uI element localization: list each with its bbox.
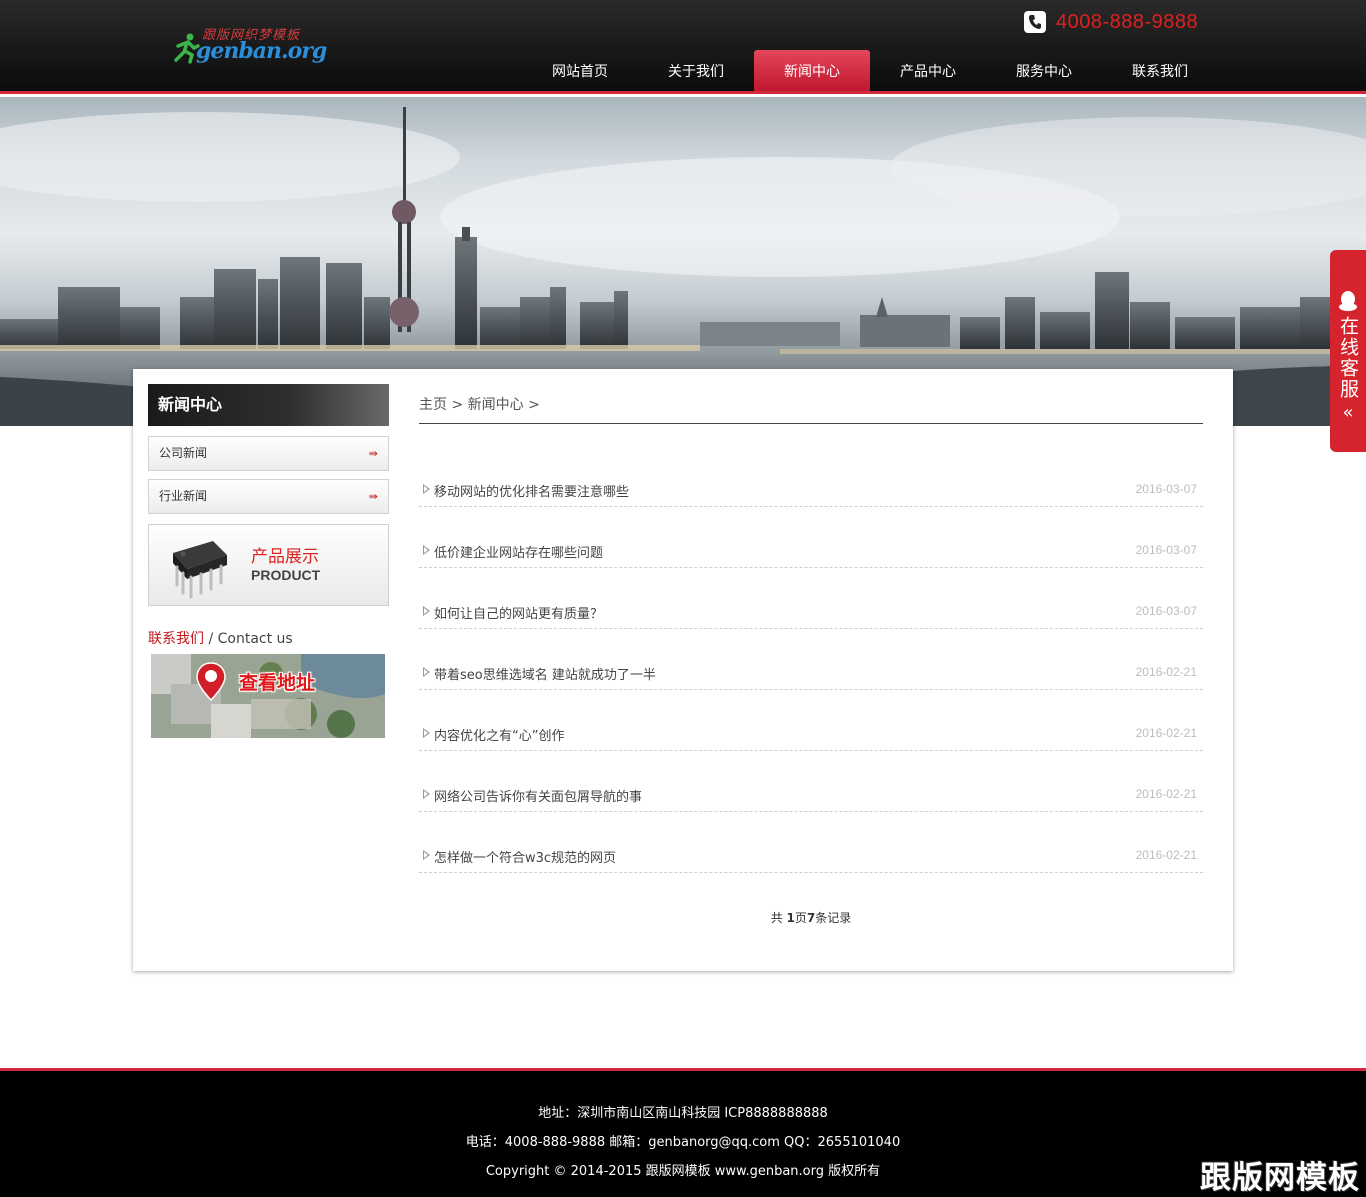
sidebar-title: 新闻中心 [148,384,389,426]
news-title[interactable]: 怎样做一个符合w3c规范的网页 [434,847,616,866]
news-date: 2016-03-07 [1135,482,1197,496]
arrow-right-icon: ⇛ [368,447,378,460]
triangle-bullet-icon [423,728,430,738]
nav-item-contact[interactable]: 联系我们 [1102,50,1218,91]
aerial-map-image [151,654,385,738]
sidebar: 新闻中心 公司新闻 ⇛ 行业新闻 ⇛ 产品展示 PRODUCT 联系我们 / C… [148,384,389,738]
content-card: 新闻中心 公司新闻 ⇛ 行业新闻 ⇛ 产品展示 PRODUCT 联系我们 / C… [133,369,1233,971]
list-item[interactable]: 移动网站的优化排名需要注意哪些 2016-03-07 [419,446,1203,507]
phone-icon [1024,11,1046,33]
triangle-bullet-icon [423,484,430,494]
watermark: 跟版网模板 [1200,1160,1360,1196]
news-title[interactable]: 内容优化之有“心”创作 [434,725,564,744]
news-date: 2016-02-21 [1135,665,1197,679]
sidebar-item-label: 行业新闻 [159,489,208,503]
header-phone: 4008-888-9888 [1024,9,1198,35]
nav-item-about[interactable]: 关于我们 [638,50,754,91]
pagination-summary: 共 1页7条记录 [419,909,1203,926]
news-title[interactable]: 低价建企业网站存在哪些问题 [434,542,603,561]
nav-item-home[interactable]: 网站首页 [522,50,638,91]
triangle-bullet-icon [423,545,430,555]
list-item[interactable]: 网络公司告诉你有关面包屑导航的事 2016-02-21 [419,751,1203,812]
list-item[interactable]: 带着seo思维选域名 建站就成功了一半 2016-02-21 [419,629,1203,690]
online-service-tab[interactable]: 在线客服 « [1330,250,1366,452]
map-pin-icon [196,662,226,702]
news-title[interactable]: 移动网站的优化排名需要注意哪些 [434,481,629,500]
ic-chip-icon [173,541,227,599]
contact-heading-en: / Contact us [204,631,293,647]
triangle-bullet-icon [423,667,430,677]
site-header: 跟版网织梦模板 genban.org 4008-888-9888 网站首页 关于… [0,0,1366,94]
sidebar-item-label: 公司新闻 [159,446,208,460]
arrow-right-icon: ⇛ [368,490,378,503]
triangle-bullet-icon [423,789,430,799]
site-logo[interactable]: 跟版网织梦模板 genban.org [172,24,327,68]
product-title-cn: 产品展示 [251,547,319,567]
list-item[interactable]: 如何让自己的网站更有质量？ 2016-03-07 [419,568,1203,629]
pager-record-count: 7 [806,911,816,925]
list-item[interactable]: 怎样做一个符合w3c规范的网页 2016-02-21 [419,812,1203,873]
pager-mid: 页 [794,911,807,925]
footer-contact-info: 电话：4008-888-9888 邮箱：genbanorg@qq.com QQ：… [465,1135,901,1150]
sidebar-item-company-news[interactable]: 公司新闻 ⇛ [148,436,389,471]
nav-item-products[interactable]: 产品中心 [870,50,986,91]
news-title[interactable]: 如何让自己的网站更有质量？ [434,603,603,622]
qq-penguin-icon [1339,291,1357,311]
footer-address: 地址：深圳市南山区南山科技园 ICP8888888888 [538,1106,828,1121]
news-list: 移动网站的优化排名需要注意哪些 2016-03-07 低价建企业网站存在哪些问题… [419,446,1203,873]
triangle-bullet-icon [423,850,430,860]
nav-item-services[interactable]: 服务中心 [986,50,1102,91]
contact-heading: 联系我们 / Contact us [148,628,389,648]
online-service-label: 在线客服 [1337,316,1359,400]
view-address-label: 查看地址 [239,672,316,694]
product-title-en: PRODUCT [251,567,321,583]
pager-suffix: 条记录 [815,911,852,925]
news-title[interactable]: 带着seo思维选域名 建站就成功了一半 [434,664,656,683]
pager-page-count: 1 [786,911,795,925]
news-date: 2016-03-07 [1135,604,1197,618]
list-item[interactable]: 内容优化之有“心”创作 2016-02-21 [419,690,1203,751]
news-content: 主页 > 新闻中心 > 移动网站的优化排名需要注意哪些 2016-03-07 低… [419,384,1203,925]
news-title[interactable]: 网络公司告诉你有关面包屑导航的事 [434,786,642,805]
news-date: 2016-02-21 [1135,726,1197,740]
site-footer: 地址：深圳市南山区南山科技园 ICP8888888888 电话：4008-888… [0,1068,1366,1197]
contact-heading-cn: 联系我们 [148,631,204,647]
logo-wordmark: genban.org [196,38,327,64]
product-showcase-banner[interactable]: 产品展示 PRODUCT [148,524,389,606]
nav-item-news[interactable]: 新闻中心 [754,50,870,91]
collapse-double-chevron-icon[interactable]: « [1342,402,1353,423]
news-date: 2016-02-21 [1135,848,1197,862]
view-address-map[interactable]: 查看地址 [151,654,385,738]
footer-copyright: Copyright © 2014-2015 跟版网模板 www.genban.o… [485,1164,881,1179]
pager-prefix: 共 [770,911,787,925]
breadcrumb[interactable]: 主页 > 新闻中心 > [419,384,1203,424]
triangle-bullet-icon [423,606,430,616]
news-date: 2016-03-07 [1135,543,1197,557]
news-date: 2016-02-21 [1135,787,1197,801]
list-item[interactable]: 低价建企业网站存在哪些问题 2016-03-07 [419,507,1203,568]
sidebar-item-industry-news[interactable]: 行业新闻 ⇛ [148,479,389,514]
main-nav: 网站首页 关于我们 新闻中心 产品中心 服务中心 联系我们 [522,50,1218,91]
phone-number: 4008-888-9888 [1056,10,1199,33]
